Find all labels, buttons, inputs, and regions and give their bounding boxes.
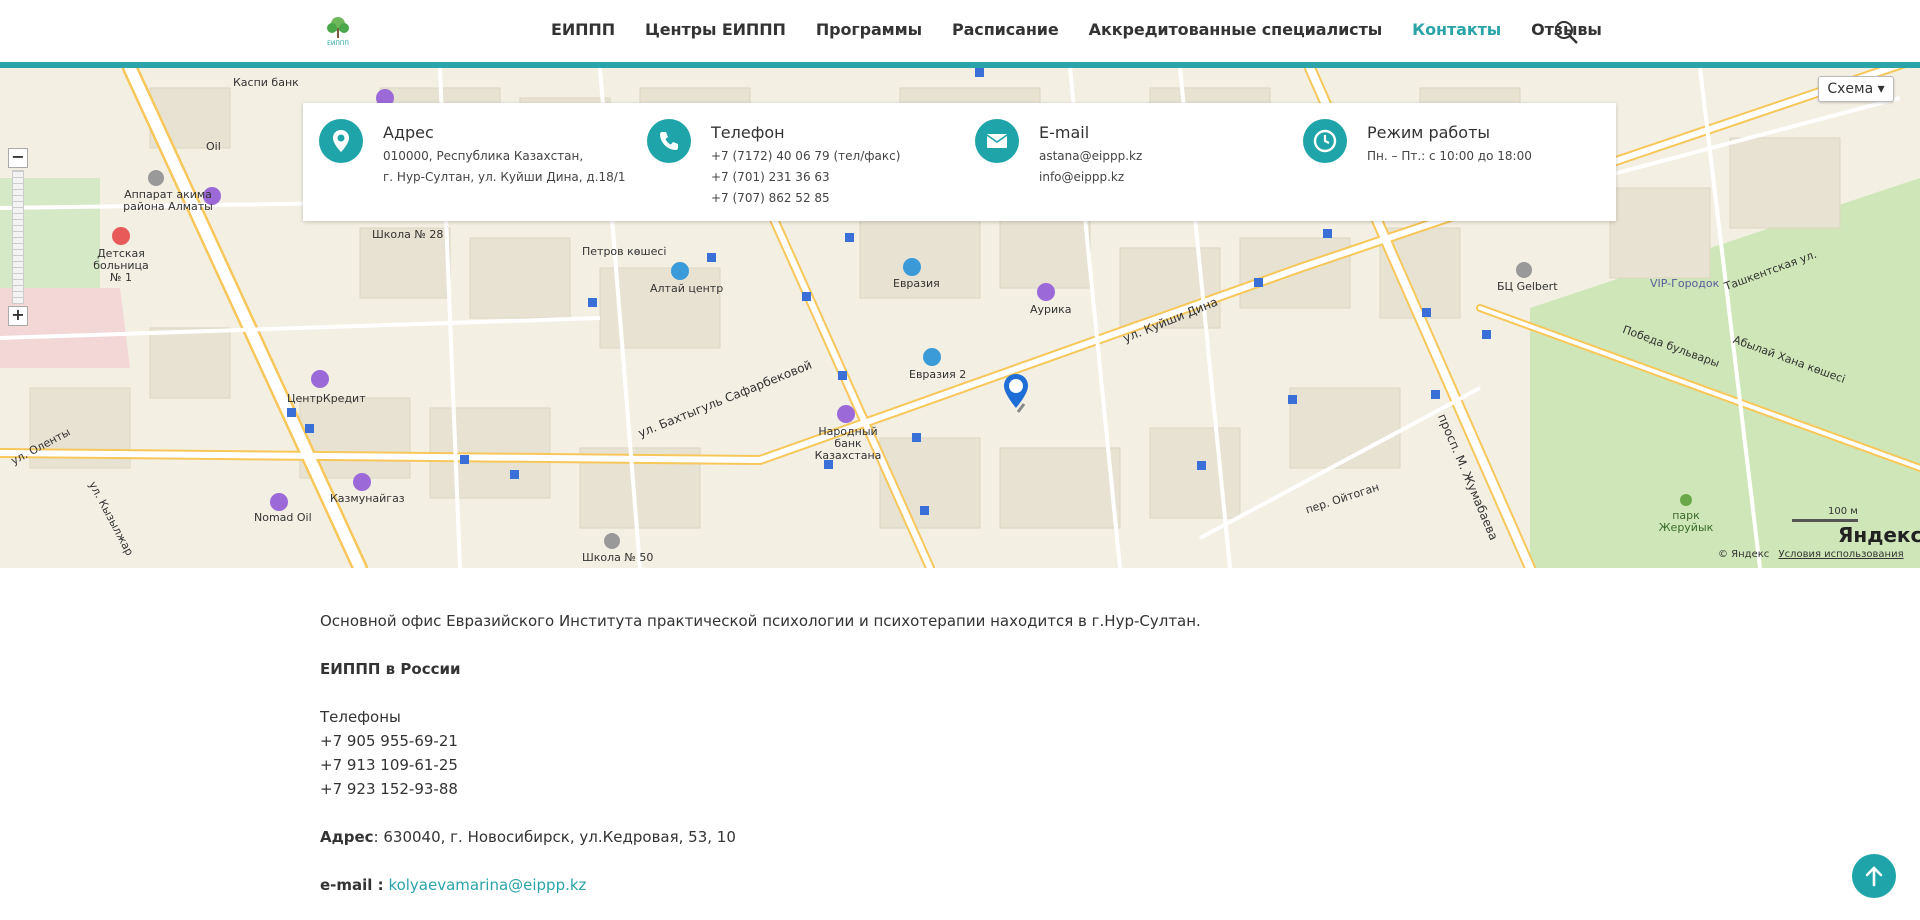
email-line-2[interactable]: info@eippp.kz: [1039, 170, 1124, 184]
site-header: ЕИППП ЕИППП Центры ЕИППП Программы Распи…: [0, 0, 1920, 62]
logo-text: ЕИППП: [327, 40, 349, 47]
russia-heading: ЕИППП в России: [320, 660, 461, 678]
russia-phone-1[interactable]: +7 905 955-69-21: [320, 732, 458, 750]
hours-line-1: Пн. – Пт.: с 10:00 до 18:00: [1367, 149, 1532, 163]
russia-phone-2[interactable]: +7 913 109-61-25: [320, 756, 458, 774]
phones-label: Телефоны: [320, 708, 401, 726]
email-label: e-mail :: [320, 876, 384, 894]
map-label-vip: VIP-Городок: [1650, 277, 1720, 290]
address-line-1: 010000, Республика Казахстан,: [383, 149, 584, 163]
nav-programs[interactable]: Программы: [816, 20, 922, 39]
nav-eippp[interactable]: ЕИППП: [551, 20, 615, 39]
map-label-kaspi: Каспи банк: [233, 76, 299, 89]
map-type-dropdown[interactable]: Схема ▾: [1818, 76, 1894, 102]
map-scale: 100 м: [1792, 506, 1858, 522]
phone-line-1[interactable]: +7 (7172) 40 06 79 (тел/факс): [711, 149, 900, 163]
map-label-petrov: Петров көшесі: [582, 245, 667, 258]
map-label-hospital: Детская больница № 1: [93, 247, 149, 284]
terms-link[interactable]: Условия использования: [1778, 549, 1903, 560]
map-label-evrazia2: Евразия 2: [909, 368, 967, 381]
map-scale-label: 100 м: [1828, 506, 1858, 517]
map-label-centrkredit: ЦентрКредит: [287, 392, 366, 405]
zoom-slider[interactable]: [12, 170, 24, 304]
hours-title: Режим работы: [1367, 123, 1491, 142]
map-label-aurika: Аурика: [1030, 303, 1072, 316]
map-label-kazmunaigaz: Казмунайгаз: [330, 492, 405, 505]
map-label-narodny: Народный банк Казахстана: [814, 425, 882, 462]
phone-line-3[interactable]: +7 (707) 862 52 85: [711, 191, 830, 205]
main-nav: ЕИППП Центры ЕИППП Программы Расписание …: [551, 20, 1632, 39]
map-copyright: © Яндекс Условия использования: [1718, 549, 1904, 560]
phone-title: Телефон: [711, 123, 785, 142]
address-line-2: г. Нур-Султан, ул. Куйши Дина, д.18/1: [383, 170, 626, 184]
russia-phone-3[interactable]: +7 923 152-93-88: [320, 780, 458, 798]
email-link[interactable]: kolyaevamarina@eippp.kz: [388, 876, 586, 894]
yandex-logo: Яндекс: [1838, 523, 1920, 547]
map-label-akimat: Аппарат акима района Алматы: [123, 188, 213, 213]
map-label-school28: Школа № 28: [372, 228, 444, 241]
map-label-nomad: Nomad Oil: [254, 511, 312, 524]
map-label-altai: Алтай центр: [650, 282, 724, 295]
russia-email: e-mail : kolyaevamarina@eippp.kz: [320, 876, 586, 894]
nav-schedule[interactable]: Расписание: [952, 20, 1059, 39]
clock-icon: [1303, 119, 1347, 163]
address-title: Адрес: [383, 123, 434, 142]
zoom-in-button[interactable]: +: [8, 306, 28, 326]
address-value: : 630040, г. Новосибирск, ул.Кедровая, 5…: [373, 828, 736, 846]
scroll-to-top-button[interactable]: [1852, 854, 1896, 898]
address-label: Адрес: [320, 828, 374, 846]
email-line-1[interactable]: astana@eippp.kz: [1039, 149, 1142, 163]
nav-specialists[interactable]: Аккредитованные специалисты: [1089, 20, 1383, 39]
search-icon[interactable]: [1553, 19, 1579, 45]
map-label-school50: Школа № 50: [582, 551, 654, 564]
site-logo[interactable]: ЕИППП: [322, 14, 354, 48]
map-label-evrazia: Евразия: [893, 277, 940, 290]
envelope-icon: [975, 119, 1019, 163]
email-title: E-mail: [1039, 123, 1090, 142]
phone-line-2[interactable]: +7 (701) 231 36 63: [711, 170, 830, 184]
nav-contacts[interactable]: Контакты: [1412, 20, 1501, 39]
contact-info-card: Адрес 010000, Республика Казахстан, г. Н…: [303, 103, 1616, 221]
russia-address: Адрес: 630040, г. Новосибирск, ул.Кедров…: [320, 828, 736, 846]
zoom-out-button[interactable]: −: [8, 148, 28, 168]
copyright-text: © Яндекс: [1718, 549, 1770, 560]
map-zoom-control: − +: [8, 148, 28, 326]
map-label-oil: Oil: [206, 140, 221, 153]
nav-centers[interactable]: Центры ЕИППП: [645, 20, 786, 39]
location-pin-icon: [319, 119, 363, 163]
map-label-gelbert: БЦ Gelbert: [1497, 280, 1558, 293]
location-marker-icon[interactable]: [1004, 374, 1034, 414]
phone-icon: [647, 119, 691, 163]
intro-text: Основной офис Евразийского Института пра…: [320, 612, 1201, 630]
map-label-park: парк Жеруйык: [1658, 509, 1714, 534]
arrow-up-icon: [1865, 866, 1883, 887]
